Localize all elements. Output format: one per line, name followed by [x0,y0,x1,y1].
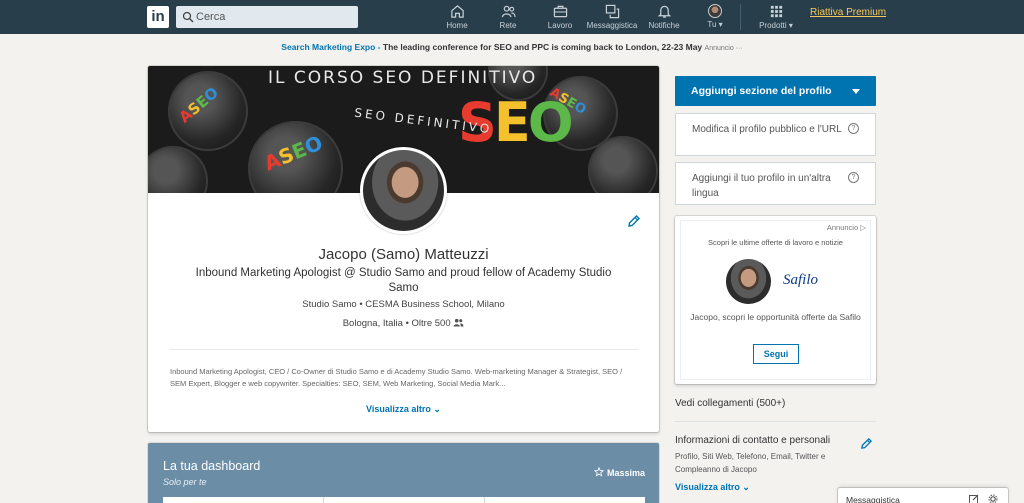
nav-network-label: Rete [499,21,517,30]
nav-divider [740,4,741,30]
search-input[interactable] [196,6,354,28]
add-profile-section-button[interactable]: Aggiungi sezione del profilo [675,76,876,106]
nav-me[interactable]: Tu ▾ [703,4,727,32]
nav-notifications[interactable]: Notifiche [646,4,682,32]
nav-products[interactable]: Prodotti ▾ [756,4,796,32]
nav-jobs[interactable]: Lavoro [545,4,575,32]
people-icon [501,5,516,18]
nav-home-label: Home [446,21,468,30]
messaging-bar[interactable]: Messaggistica [838,488,1008,503]
nav-me-label: Tu ▾ [707,20,723,29]
search-box[interactable] [176,6,358,28]
contact-info-title: Informazioni di contatto e personali [675,435,831,446]
nav-notifications-label: Notifiche [648,21,680,30]
contact-info-text: Profilo, Siti Web, Telefono, Email, Twit… [675,452,826,474]
profile-location-text: Bologna, Italia • Oltre 500 [342,318,451,329]
profile-photo[interactable] [360,147,447,234]
dashboard-stats [163,497,645,503]
follow-button[interactable]: Segui [753,344,799,364]
dashboard-stats-divider [323,497,324,503]
add-language-profile-label: Aggiungi il tuo profilo in un'altra ling… [692,173,831,199]
help-icon[interactable]: ? [848,172,859,183]
edit-pencil-icon[interactable] [627,214,641,228]
see-connections-link[interactable]: Vedi collegamenti (500+) [675,398,785,409]
ad-banner-text[interactable]: The leading conference for SEO and PPC i… [383,42,702,52]
dashboard-level-label: Massima [607,468,646,478]
nav-jobs-label: Lavoro [547,21,573,30]
add-profile-section-label: Aggiungi sezione del profilo [691,85,832,97]
premium-link[interactable]: Riattiva Premium [810,7,886,18]
ad-banner-link[interactable]: Search Marketing Expo - [281,42,380,52]
edit-pencil-icon[interactable] [860,437,873,450]
profile-location[interactable]: Bologna, Italia • Oltre 500 [148,318,659,329]
avatar [726,259,771,304]
bell-icon [657,5,671,18]
dashboard-subtitle: Solo per te [163,477,207,487]
cover-badge [148,146,208,193]
nav-messaging[interactable]: Messaggistica [586,4,638,32]
divider [170,349,638,350]
dashboard-level[interactable]: Massima [593,466,646,478]
messaging-bar-label: Messaggistica [846,495,900,503]
search-icon [182,11,194,23]
dashboard-card: La tua dashboard Solo per te Massima [148,443,659,503]
nav-network[interactable]: Rete [495,4,521,32]
add-language-profile-button[interactable]: Aggiungi il tuo profilo in un'altra ling… [675,162,876,205]
edit-public-profile-button[interactable]: Modifica il profilo pubblico e l'URL ? [675,113,876,156]
top-nav: in Home Rete Lavoro Messaggistica Notifi… [0,0,1024,34]
profile-headline: Inbound Marketing Apologist @ Studio Sam… [195,267,612,294]
ad-label[interactable]: Annuncio ▷ [827,223,866,232]
dashboard-title: La tua dashboard [163,459,261,473]
cover-title: IL CORSO SEO DEFINITIVO [268,68,538,88]
messaging-icon [605,4,619,19]
show-more-button[interactable]: Visualizza altro ⌄ [148,404,659,415]
sponsored-ad-card: Annuncio ▷ Scopri le ultime offerte di l… [675,216,876,384]
ad-text: Jacopo, scopri le opportunità offerte da… [690,312,861,322]
compose-icon[interactable] [969,494,979,503]
ad-tagline: Scopri le ultime offerte di lavoro e not… [708,238,843,247]
ad-banner-label[interactable]: Annuncio ··· [705,45,743,52]
ad-brand-logo[interactable]: Safilo [783,272,818,289]
nav-home[interactable]: Home [444,4,470,32]
edit-public-profile-label: Modifica il profilo pubblico e l'URL [692,124,842,135]
gear-icon[interactable] [988,494,998,503]
briefcase-icon [553,5,567,18]
divider [675,421,876,422]
dashboard-stats-divider [484,497,485,503]
profile-summary: Inbound Marketing Apologist, CEO / Co-Ow… [170,367,623,388]
profile-name: Jacopo (Samo) Matteuzzi [318,246,489,263]
help-icon[interactable]: ? [848,123,859,134]
avatar [708,4,722,18]
grid-icon [770,5,782,18]
ad-banner: Search Marketing Expo - The leading conf… [0,42,1024,52]
star-icon [593,466,605,477]
nav-products-label: Prodotti ▾ [759,21,793,30]
profile-card: ASEO ASEO SEO ASEO IL CORSO SEO DEFINITI… [148,66,659,432]
profile-company-school[interactable]: Studio Samo • CESMA Business School, Mil… [148,299,659,310]
chevron-down-icon [852,89,860,94]
home-icon [450,5,464,18]
connections-icon [453,318,464,327]
nav-messaging-label: Messaggistica [586,21,638,30]
contact-show-more-button[interactable]: Visualizza altro ⌄ [675,482,750,493]
cover-badge [588,136,658,193]
linkedin-logo[interactable]: in [147,6,169,28]
